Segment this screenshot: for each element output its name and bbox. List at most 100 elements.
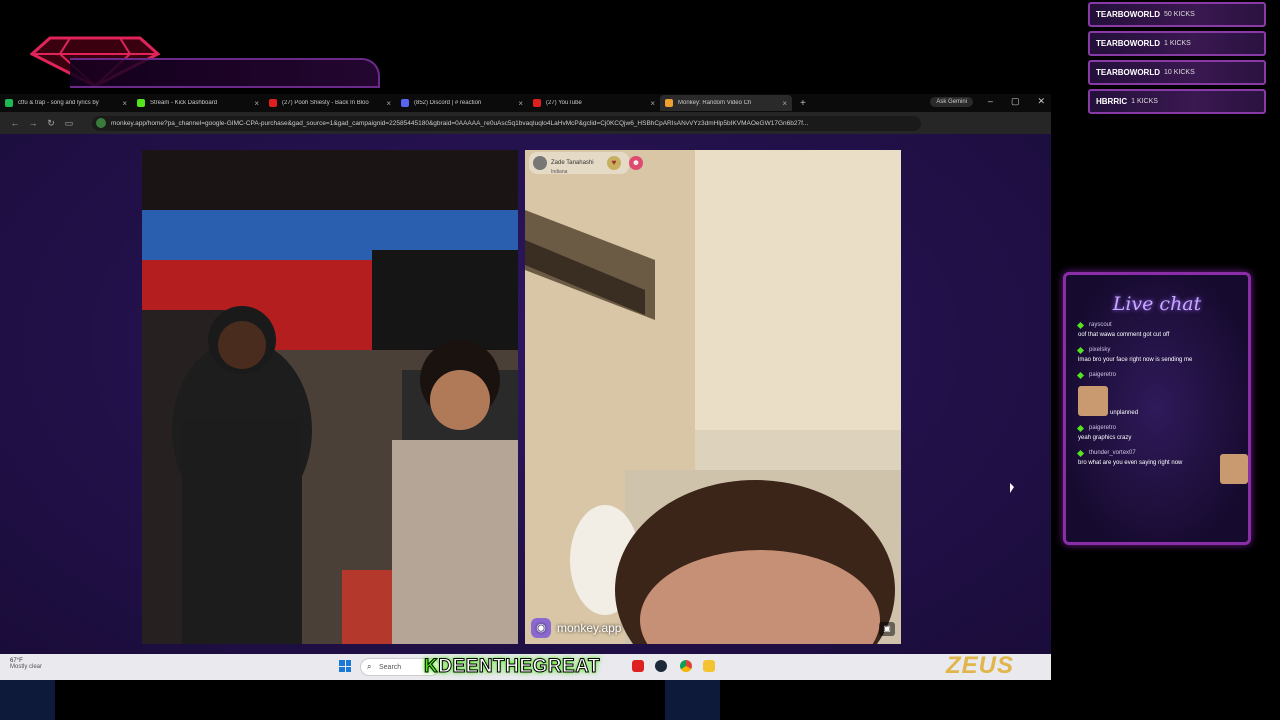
kick-alerts: TEARBOWORLD 50 KICKS TEARBOWORLD 1 KICKS T… bbox=[1088, 2, 1266, 118]
alert-amount: 10 KICKS bbox=[1164, 69, 1195, 76]
windows-start-icon[interactable] bbox=[339, 660, 351, 672]
kick-prefix: K bbox=[423, 656, 439, 678]
chat-username: paigeretro bbox=[1089, 425, 1117, 431]
browser-tab-active[interactable]: Monkey: Random Video Ch × bbox=[660, 95, 792, 111]
chat-username: pixelsky bbox=[1089, 347, 1111, 353]
alert-item: TEARBOWORLD 50 KICKS bbox=[1088, 2, 1266, 27]
remote-video-scene bbox=[525, 150, 901, 644]
chat-message-body: unplanned bbox=[1078, 382, 1248, 416]
chat-messages: rayscout oof that wawa comment got cut o… bbox=[1076, 321, 1248, 484]
search-label: Search bbox=[379, 663, 402, 671]
page-content: Zade Tanahashi Indiana ♥ ☻ ◉ monkey.app … bbox=[0, 134, 1051, 654]
reload-icon[interactable]: ↻ bbox=[42, 118, 60, 129]
youtube-icon bbox=[533, 99, 541, 107]
chat-username-row: paigeretro bbox=[1076, 424, 1248, 432]
close-button[interactable]: ✕ bbox=[1037, 96, 1045, 107]
search-icon: ⌕ bbox=[367, 662, 372, 671]
address-bar: ← → ↻ ▭ monkey.app/home?pa_channel=googl… bbox=[0, 112, 1051, 134]
window-controls: – ▢ ✕ bbox=[988, 96, 1045, 107]
chat-message-body: bro what are you even saying right now bbox=[1078, 454, 1248, 484]
streamer-name: DEENTHEGREAT bbox=[438, 656, 601, 678]
kick-badge-icon bbox=[1076, 424, 1085, 432]
ask-gemini-button[interactable]: Ask Gemini bbox=[930, 97, 973, 107]
close-tab-icon[interactable]: × bbox=[386, 99, 391, 108]
chat-text: oof that wawa comment got cut off bbox=[1078, 332, 1170, 338]
remote-user-location: Indiana bbox=[551, 169, 568, 175]
close-tab-icon[interactable]: × bbox=[254, 99, 259, 108]
app-brand-text: monkey.app bbox=[557, 621, 622, 635]
browser-tab[interactable]: ctfu & trap - song and lyrics by × bbox=[0, 95, 132, 111]
tab-title: (27) YouTube bbox=[546, 100, 582, 106]
weather-condition: Mostly clear bbox=[10, 664, 43, 670]
avatar bbox=[533, 156, 547, 170]
camera-icon[interactable]: ▣ bbox=[879, 622, 895, 636]
url-field[interactable]: monkey.app/home?pa_channel=google-GIMC-C… bbox=[92, 115, 921, 131]
kick-badge-icon bbox=[1076, 449, 1085, 457]
close-tab-icon[interactable]: × bbox=[650, 99, 655, 108]
chat-username: thunder_vortex07 bbox=[1089, 450, 1136, 456]
kick-badge-icon bbox=[1076, 346, 1085, 354]
chat-username-row: paigeretro bbox=[1076, 371, 1248, 379]
steam-icon[interactable] bbox=[655, 660, 667, 672]
chat-text: unplanned bbox=[1110, 410, 1139, 416]
forward-icon[interactable]: → bbox=[24, 118, 42, 128]
youtube-icon bbox=[269, 99, 277, 107]
kick-badge-icon bbox=[1076, 321, 1085, 329]
overlay-decoration bbox=[665, 680, 720, 720]
taskbar: 67°F Mostly clear ⌕ Search KDEENTHEGREAT… bbox=[0, 652, 1051, 680]
browser-tab[interactable]: (852) Discord | # reaction × bbox=[396, 95, 528, 111]
chat-text: bro what are you even saying right now bbox=[1078, 460, 1183, 466]
chat-username-row: pixelsky bbox=[1076, 346, 1248, 354]
tab-title: Stream - Kick Dashboard bbox=[150, 100, 218, 106]
live-chat-panel: Live chat rayscout oof that wawa comment… bbox=[1063, 272, 1251, 545]
close-tab-icon[interactable]: × bbox=[518, 99, 523, 108]
browser-tab[interactable]: (27) YouTube × bbox=[528, 95, 660, 111]
chrome-icon[interactable] bbox=[680, 660, 692, 672]
alert-item: TEARBOWORLD 1 KICKS bbox=[1088, 31, 1266, 56]
site-info-icon[interactable] bbox=[96, 118, 106, 128]
monkey-icon bbox=[665, 99, 673, 107]
react-icon[interactable]: ☻ bbox=[629, 156, 643, 170]
file-explorer-icon[interactable] bbox=[703, 660, 715, 672]
alert-amount: 1 KICKS bbox=[1131, 98, 1158, 105]
alert-user: TEARBOWORLD bbox=[1096, 39, 1160, 48]
close-tab-icon[interactable]: × bbox=[782, 99, 787, 108]
tab-title: ctfu & trap - song and lyrics by bbox=[18, 100, 99, 106]
discord-icon bbox=[401, 99, 409, 107]
browser-window: ctfu & trap - song and lyrics by × Stream… bbox=[0, 94, 1051, 654]
overlay-banner bbox=[70, 58, 380, 88]
tab-title: (27) Pooh Shiesty - Back In Bloo bbox=[282, 100, 369, 106]
youtube-icon[interactable] bbox=[632, 660, 644, 672]
chat-message: thunder_vortex07 bro what are you even s… bbox=[1076, 449, 1248, 484]
tab-strip: ctfu & trap - song and lyrics by × Stream… bbox=[0, 94, 1051, 112]
monkey-logo-icon: ◉ bbox=[531, 618, 551, 638]
browser-tab[interactable]: (27) Pooh Shiesty - Back In Bloo × bbox=[264, 95, 396, 111]
alert-item: HBRRIC 1 KICKS bbox=[1088, 89, 1266, 114]
overlay-decoration bbox=[0, 680, 55, 720]
chat-message: paigeretro yeah graphics crazy bbox=[1076, 424, 1248, 441]
side-panel-icon[interactable]: ▭ bbox=[60, 118, 78, 129]
spotify-icon bbox=[5, 99, 13, 107]
minimize-button[interactable]: – bbox=[988, 96, 993, 107]
remote-user-name: Zade Tanahashi bbox=[551, 160, 594, 166]
alert-user: HBRRIC bbox=[1096, 97, 1128, 106]
alert-user: TEARBOWORLD bbox=[1096, 68, 1160, 77]
monkey-app-brand: ◉ monkey.app bbox=[531, 618, 621, 638]
close-tab-icon[interactable]: × bbox=[122, 99, 127, 108]
weather-widget[interactable]: 67°F Mostly clear bbox=[10, 658, 42, 670]
url-text: monkey.app/home?pa_channel=google-GIMC-C… bbox=[111, 119, 809, 127]
zeus-sponsor-logo: ZEUS bbox=[946, 652, 1015, 679]
local-video-feed bbox=[142, 150, 518, 644]
alert-amount: 1 KICKS bbox=[1164, 40, 1191, 47]
streamer-name-overlay: KDEENTHEGREAT bbox=[423, 656, 601, 678]
tab-title: Monkey: Random Video Ch bbox=[678, 100, 752, 106]
chat-username: paigeretro bbox=[1089, 372, 1117, 378]
maximize-button[interactable]: ▢ bbox=[1011, 96, 1020, 107]
chat-title: Live chat bbox=[1112, 293, 1202, 315]
new-tab-button[interactable]: + bbox=[800, 98, 806, 109]
local-video-scene bbox=[142, 150, 518, 644]
back-icon[interactable]: ← bbox=[6, 118, 24, 128]
emote-face-icon bbox=[1078, 386, 1108, 416]
browser-tab[interactable]: Stream - Kick Dashboard × bbox=[132, 95, 264, 111]
like-icon[interactable]: ♥ bbox=[607, 156, 621, 170]
